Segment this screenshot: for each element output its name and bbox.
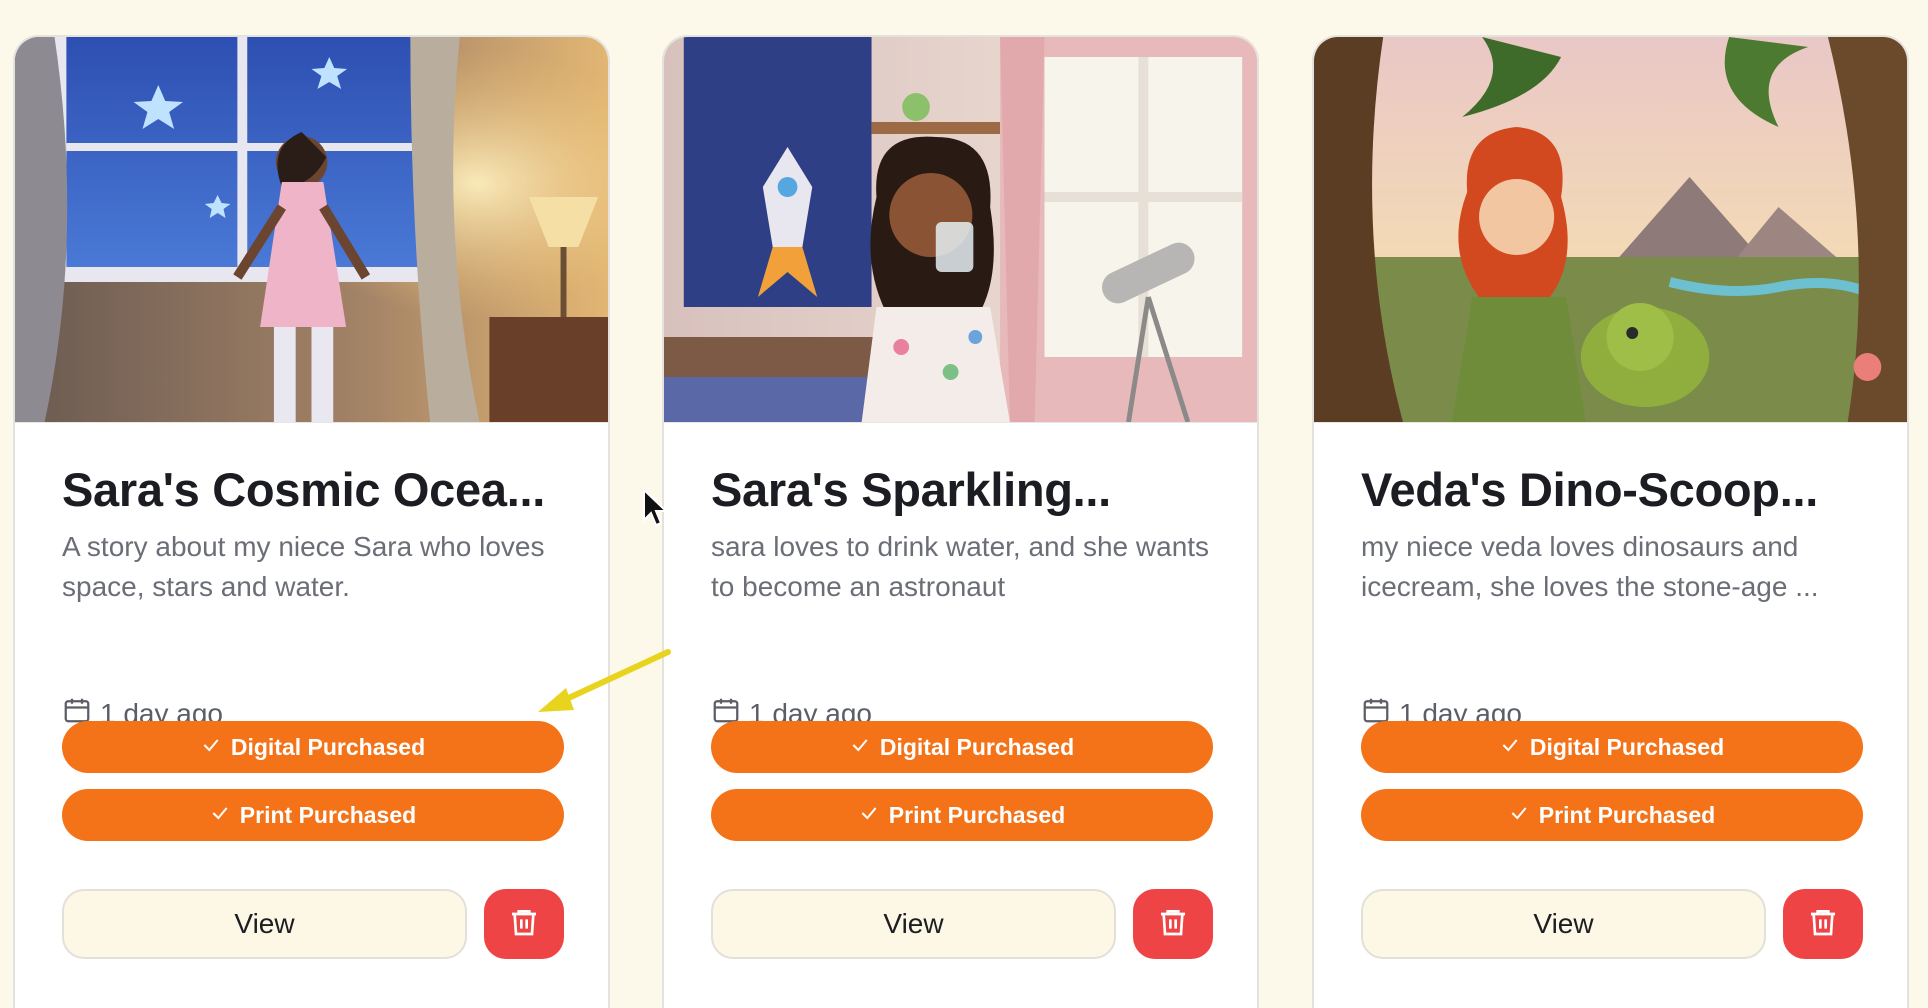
story-card: Veda's Dino-Scoop... my niece veda loves…	[1312, 35, 1909, 1008]
annotation-arrow-icon	[538, 649, 671, 712]
print-purchased-label: Print Purchased	[1538, 801, 1716, 828]
view-button[interactable]: View	[711, 889, 1116, 959]
view-button[interactable]: View	[1361, 889, 1766, 959]
story-cover-image[interactable]	[15, 37, 608, 423]
print-purchased-label: Print Purchased	[239, 801, 417, 828]
check-icon	[859, 802, 879, 829]
trash-icon	[508, 906, 540, 943]
print-purchased-badge: Print Purchased	[711, 789, 1213, 841]
story-cover-image[interactable]	[1314, 37, 1907, 423]
trash-icon	[1157, 906, 1189, 943]
print-purchased-badge: Print Purchased	[1361, 789, 1863, 841]
story-title[interactable]: Veda's Dino-Scoop...	[1361, 462, 1866, 517]
check-icon	[201, 734, 221, 761]
story-grid: Sara's Cosmic Ocea... A story about my n…	[0, 0, 1928, 1008]
check-icon	[210, 802, 230, 829]
story-description: A story about my niece Sara who loves sp…	[62, 531, 545, 602]
digital-purchased-badge: Digital Purchased	[62, 721, 564, 773]
view-button[interactable]: View	[62, 889, 467, 959]
digital-purchased-label: Digital Purchased	[230, 733, 426, 760]
check-icon	[1509, 802, 1529, 829]
digital-purchased-badge: Digital Purchased	[1361, 721, 1863, 773]
delete-button[interactable]	[1133, 889, 1213, 959]
check-icon	[850, 734, 870, 761]
check-icon	[1500, 734, 1520, 761]
trash-icon	[1807, 906, 1839, 943]
story-cover-image[interactable]	[664, 37, 1257, 423]
mouse-cursor-icon	[643, 488, 668, 527]
story-card: Sara's Cosmic Ocea... A story about my n…	[13, 35, 610, 1008]
delete-button[interactable]	[484, 889, 564, 959]
print-purchased-badge: Print Purchased	[62, 789, 564, 841]
digital-purchased-badge: Digital Purchased	[711, 721, 1213, 773]
digital-purchased-label: Digital Purchased	[1529, 733, 1725, 760]
print-purchased-label: Print Purchased	[888, 801, 1066, 828]
story-title[interactable]: Sara's Sparkling...	[711, 462, 1216, 517]
story-title[interactable]: Sara's Cosmic Ocea...	[62, 462, 567, 517]
story-description: my niece veda loves dinosaurs and icecre…	[1361, 531, 1819, 602]
story-description: sara loves to drink water, and she wants…	[711, 531, 1210, 602]
story-card: Sara's Sparkling... sara loves to drink …	[662, 35, 1259, 1008]
delete-button[interactable]	[1783, 889, 1863, 959]
digital-purchased-label: Digital Purchased	[879, 733, 1075, 760]
